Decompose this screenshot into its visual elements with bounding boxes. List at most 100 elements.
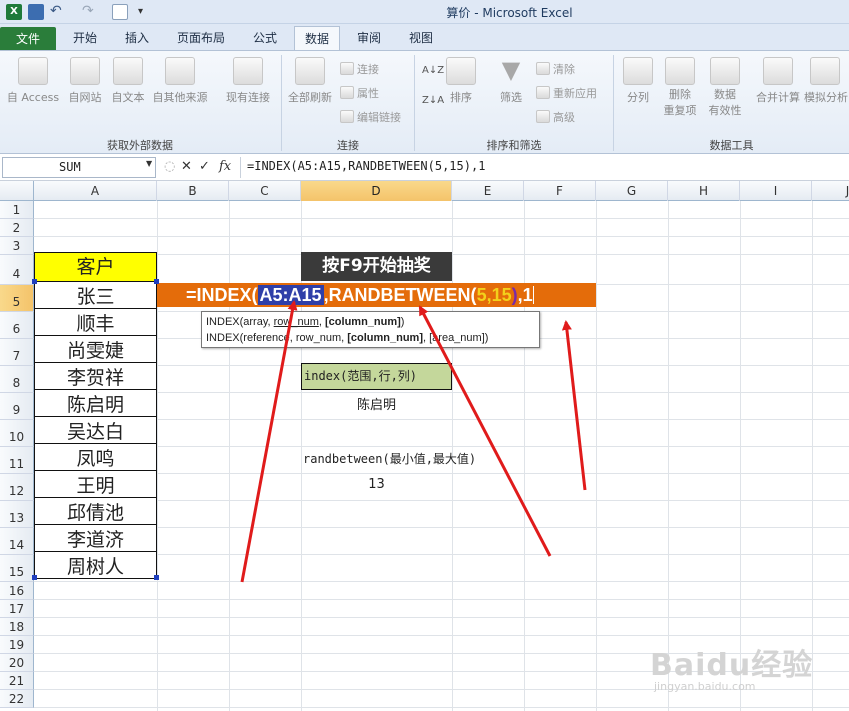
customer-cell[interactable]: 王明	[34, 471, 157, 498]
index-syntax-cell[interactable]: index(范围,行,列)	[301, 363, 452, 390]
formula-token: ,RANDBETWEEN(	[323, 285, 477, 305]
row-header[interactable]: 11	[0, 447, 34, 474]
from-web-button[interactable]: 自网站	[62, 57, 108, 105]
customer-cell[interactable]: 周树人	[34, 552, 157, 579]
tooltip-row-num-link[interactable]: row_num	[274, 316, 319, 328]
name-box-dropdown-icon[interactable]: ▼	[146, 159, 152, 168]
result-cell[interactable]: 陈启明	[301, 394, 452, 413]
row-header[interactable]: 8	[0, 366, 34, 393]
remove-duplicates-button[interactable]: 删除 重复项	[660, 57, 700, 119]
sort-button[interactable]: 排序	[444, 57, 478, 105]
selection-handle[interactable]	[32, 575, 37, 580]
function-tooltip: INDEX(array, row_num, [column_num]) INDE…	[201, 311, 540, 348]
random-number-cell[interactable]: 13	[301, 477, 452, 492]
row-header[interactable]: 12	[0, 474, 34, 501]
column-headers: A B C D E F G H I J	[0, 181, 849, 201]
edit-links-button[interactable]: 编辑链接	[340, 109, 401, 125]
insert-function-icon[interactable]: fx	[219, 159, 231, 174]
enter-icon[interactable]: ✓	[199, 159, 210, 174]
customer-cell[interactable]: 陈启明	[34, 390, 157, 417]
customer-cell[interactable]: 张三	[34, 282, 157, 309]
existing-connections-button[interactable]: 现有连接	[220, 57, 276, 105]
row-header[interactable]: 1	[0, 201, 34, 219]
sort-az-button[interactable]: A↓Z	[422, 65, 444, 76]
formula-input[interactable]: =INDEX(A5:A15,RANDBETWEEN(5,15),1	[240, 157, 849, 178]
from-text-button[interactable]: 自文本	[106, 57, 150, 105]
column-header[interactable]: D	[301, 181, 452, 201]
row-header[interactable]: 21	[0, 672, 34, 690]
baidu-watermark: Baidu经验 jingyan.baidu.com	[650, 640, 840, 700]
consolidate-button[interactable]: 合并计算	[752, 57, 804, 105]
row-header[interactable]: 14	[0, 528, 34, 555]
column-header[interactable]: G	[596, 181, 668, 201]
sort-za-button[interactable]: Z↓A	[422, 95, 444, 106]
customer-cell[interactable]: 邱倩池	[34, 498, 157, 525]
column-header[interactable]: H	[668, 181, 740, 201]
tab-file[interactable]: 文件	[0, 27, 56, 50]
row-header[interactable]: 15	[0, 555, 34, 582]
row-header[interactable]: 16	[0, 582, 34, 600]
row-header[interactable]: 9	[0, 393, 34, 420]
tab-data[interactable]: 数据	[294, 26, 340, 50]
cancel-icon[interactable]: ✕	[181, 159, 192, 174]
text-to-columns-button[interactable]: 分列	[618, 57, 658, 105]
row-header[interactable]: 18	[0, 618, 34, 636]
from-other-sources-button[interactable]: 自其他来源	[148, 57, 212, 105]
text-cursor	[532, 286, 534, 304]
connections-button[interactable]: 连接	[340, 61, 379, 77]
customer-cell[interactable]: 凤鸣	[34, 444, 157, 471]
from-access-button[interactable]: 自 Access	[4, 57, 62, 105]
randbetween-syntax-cell[interactable]: randbetween(最小值,最大值)	[303, 450, 476, 467]
selection-handle[interactable]	[154, 575, 159, 580]
selection-handle[interactable]	[32, 279, 37, 284]
row-header[interactable]: 7	[0, 339, 34, 366]
customer-cell[interactable]: 李贺祥	[34, 363, 157, 390]
data-validation-button[interactable]: 数据 有效性	[702, 57, 748, 119]
row-header[interactable]: 17	[0, 600, 34, 618]
column-header[interactable]: F	[524, 181, 596, 201]
row-header[interactable]: 19	[0, 636, 34, 654]
column-header[interactable]: C	[229, 181, 301, 201]
column-header[interactable]: B	[157, 181, 229, 201]
refresh-all-button[interactable]: 全部刷新	[284, 57, 336, 105]
row-header[interactable]: 4	[0, 255, 34, 285]
customer-cell[interactable]: 尚雯婕	[34, 336, 157, 363]
what-if-analysis-button[interactable]: 模拟分析	[804, 57, 849, 105]
reapply-icon	[536, 86, 550, 99]
lottery-banner-cell[interactable]: 按F9开始抽奖	[301, 252, 452, 281]
column-header[interactable]: I	[740, 181, 812, 201]
tab-page-layout[interactable]: 页面布局	[166, 26, 236, 50]
row-header[interactable]: 13	[0, 501, 34, 528]
selection-handle[interactable]	[154, 279, 159, 284]
row-header[interactable]: 10	[0, 420, 34, 447]
reapply-button[interactable]: 重新应用	[536, 85, 597, 101]
row-header[interactable]: 2	[0, 219, 34, 237]
customer-cell[interactable]: 顺丰	[34, 309, 157, 336]
column-header[interactable]: J	[812, 181, 849, 201]
row-header[interactable]: 3	[0, 237, 34, 255]
tab-home[interactable]: 开始	[62, 26, 108, 50]
filter-button[interactable]: ▼ 筛选	[494, 57, 528, 105]
row-header[interactable]: 6	[0, 312, 34, 339]
tab-view[interactable]: 视图	[398, 26, 444, 50]
row-header[interactable]: 22	[0, 690, 34, 708]
tab-insert[interactable]: 插入	[114, 26, 160, 50]
row-header[interactable]: 20	[0, 654, 34, 672]
customer-cell[interactable]: 吴达白	[34, 417, 157, 444]
clear-filter-button[interactable]: 清除	[536, 61, 575, 77]
properties-button[interactable]: 属性	[340, 85, 379, 101]
column-header[interactable]: E	[452, 181, 524, 201]
formula-token: =INDEX(	[186, 285, 258, 305]
formula-bar: SUM ▼ ◌ ✕ ✓ fx =INDEX(A5:A15,RANDBETWEEN…	[0, 155, 849, 181]
formula-edit-cell[interactable]: =INDEX(A5:A15 ,RANDBETWEEN(5,15),1	[157, 283, 596, 307]
advanced-filter-button[interactable]: 高级	[536, 109, 575, 125]
tab-formulas[interactable]: 公式	[242, 26, 288, 50]
name-box[interactable]: SUM	[2, 157, 156, 178]
select-all-corner[interactable]	[0, 181, 34, 201]
tab-review[interactable]: 审阅	[346, 26, 392, 50]
row-header[interactable]: 5	[0, 285, 34, 312]
column-header[interactable]: A	[34, 181, 157, 201]
customer-header-cell[interactable]: 客户	[34, 252, 157, 282]
group-label-connections: 连接	[337, 139, 359, 152]
customer-cell[interactable]: 李道济	[34, 525, 157, 552]
